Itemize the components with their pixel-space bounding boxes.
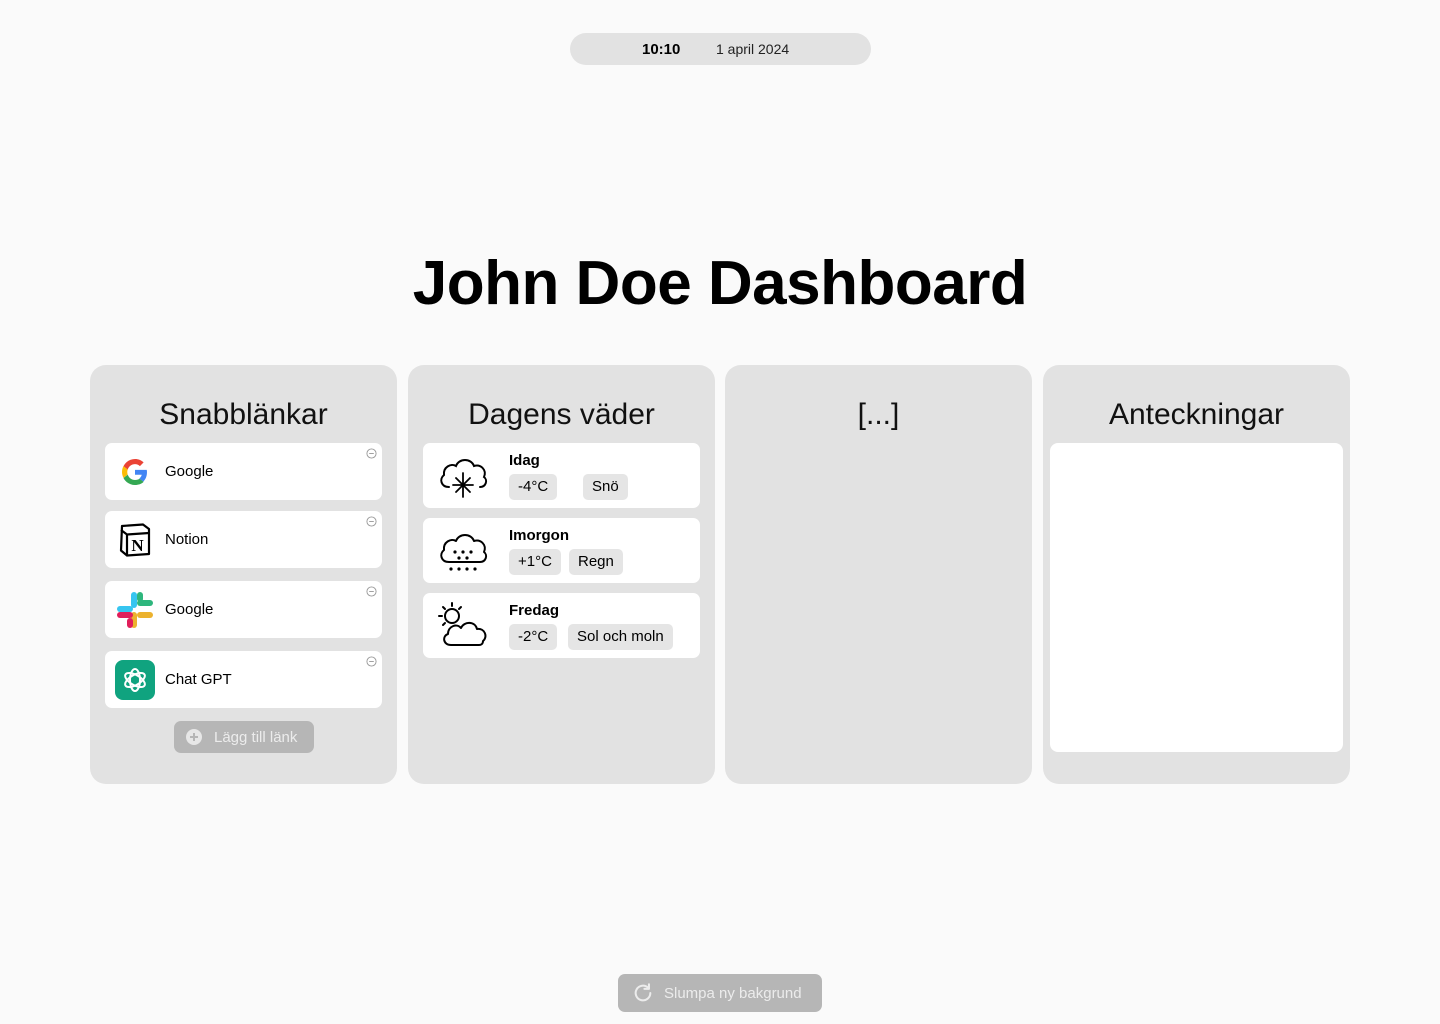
notes-title: Anteckningar bbox=[1108, 398, 1285, 431]
slack-icon bbox=[115, 590, 155, 630]
weather-title: Dagens väder bbox=[468, 398, 655, 431]
plus-circle-icon bbox=[186, 729, 202, 745]
link-label: Chat GPT bbox=[165, 671, 232, 688]
link-item-chatgpt[interactable]: Chat GPT bbox=[105, 651, 382, 708]
placeholder-title: [...] bbox=[857, 398, 900, 431]
condition-chip: Sol och moln bbox=[568, 624, 673, 650]
quick-links-title: Snabblänkar bbox=[159, 398, 328, 431]
remove-link-icon[interactable] bbox=[366, 586, 377, 597]
clock-time: 10:10 bbox=[642, 41, 681, 58]
notion-icon: N bbox=[115, 520, 155, 560]
google-icon bbox=[115, 452, 155, 492]
notes-card: Anteckningar bbox=[1043, 365, 1350, 784]
chatgpt-icon bbox=[115, 660, 155, 700]
link-item-notion[interactable]: N Notion bbox=[105, 511, 382, 568]
random-background-button[interactable]: Slumpa ny bakgrund bbox=[618, 974, 822, 1012]
svg-text:N: N bbox=[131, 536, 144, 555]
condition-chip: Regn bbox=[569, 549, 623, 575]
link-label: Notion bbox=[165, 531, 209, 548]
weather-item-friday: Fredag -2°C Sol och moln bbox=[423, 593, 700, 658]
link-item-slack[interactable]: Google bbox=[105, 581, 382, 638]
add-link-label: Lägg till länk bbox=[214, 728, 298, 746]
remove-link-icon[interactable] bbox=[366, 656, 377, 667]
page-title: John Doe Dashboard bbox=[412, 249, 1028, 318]
temperature-chip: -4°C bbox=[509, 474, 558, 500]
refresh-icon bbox=[634, 983, 652, 1002]
quick-links-card: Snabblänkar Google N Notion Google Chat … bbox=[90, 365, 397, 784]
weather-item-today: Idag -4°C Snö bbox=[423, 443, 700, 508]
placeholder-card: [...] bbox=[725, 365, 1032, 784]
remove-link-icon[interactable] bbox=[366, 516, 377, 527]
link-label: Google bbox=[165, 463, 214, 480]
snow-cloud-icon bbox=[440, 459, 488, 498]
temperature-chip: +1°C bbox=[509, 549, 561, 575]
weather-card: Dagens väder Idag -4°C Snö Imorgon +1°C … bbox=[408, 365, 715, 784]
random-background-label: Slumpa ny bakgrund bbox=[664, 984, 802, 1002]
dashboard-page: 10:10 1 april 2024 John Doe Dashboard Sn… bbox=[0, 0, 1440, 1024]
weather-day: Fredag bbox=[509, 602, 560, 619]
notes-textarea[interactable] bbox=[1050, 443, 1343, 752]
clock-pill: 10:10 1 april 2024 bbox=[570, 33, 871, 65]
weather-item-tomorrow: Imorgon +1°C Regn bbox=[423, 518, 700, 583]
remove-link-icon[interactable] bbox=[366, 448, 377, 459]
rain-cloud-icon bbox=[440, 534, 488, 571]
add-link-button[interactable]: Lägg till länk bbox=[174, 721, 314, 753]
link-label: Google bbox=[165, 601, 214, 618]
sun-cloud-icon bbox=[438, 602, 487, 646]
link-item-google[interactable]: Google bbox=[105, 443, 382, 500]
weather-day: Idag bbox=[509, 452, 540, 469]
clock-date: 1 april 2024 bbox=[716, 41, 790, 57]
condition-chip: Snö bbox=[583, 474, 628, 500]
temperature-chip: -2°C bbox=[509, 624, 558, 650]
weather-day: Imorgon bbox=[509, 527, 569, 544]
